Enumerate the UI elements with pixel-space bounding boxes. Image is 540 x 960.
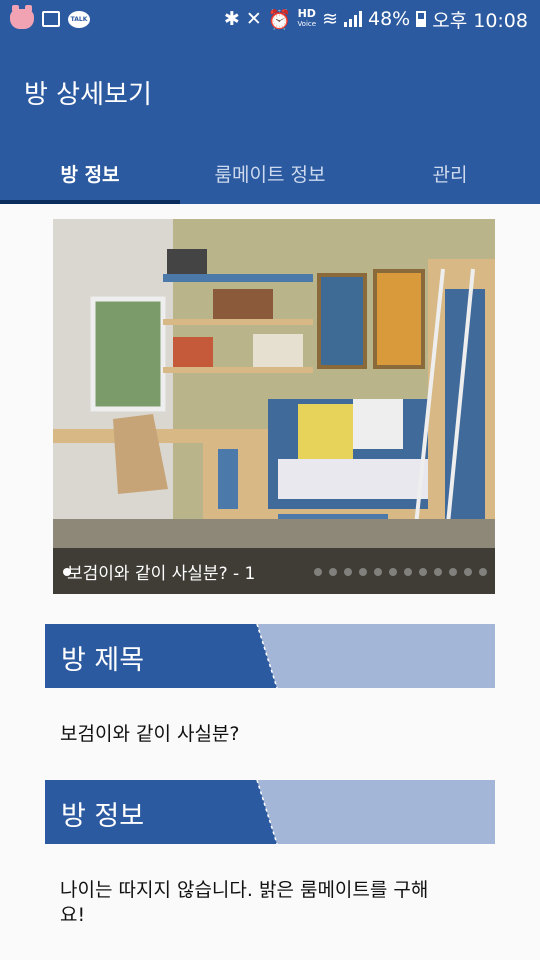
- carousel-dot[interactable]: [359, 568, 367, 576]
- carousel-dot[interactable]: [434, 568, 442, 576]
- notification-icons: TALK: [10, 5, 90, 29]
- section-header-label: 방 정보: [61, 801, 145, 832]
- page-title: 방 상세보기: [24, 80, 152, 110]
- room-info-text: 나이는 따지지 않습니다. 밝은 룸메이트를 구해요!: [60, 879, 429, 926]
- system-icons: ✱ ✕ ⏰ HD Voice ≋ 48% 오후 10:08: [224, 6, 528, 33]
- tab-room-info[interactable]: 방 정보: [0, 142, 180, 204]
- section-header-label: 방 제목: [61, 645, 145, 676]
- photo-caption-bar: 보검이와 같이 사실분? - 1: [53, 548, 495, 594]
- app-bar: 방 상세보기 방 정보 룸메이트 정보 관리: [0, 38, 540, 204]
- carousel-dot[interactable]: [389, 568, 397, 576]
- status-bar: TALK ✱ ✕ ⏰ HD Voice ≋ 48% 오후 10:08: [0, 0, 540, 38]
- carousel-dot[interactable]: [314, 568, 322, 576]
- clock: 오후 10:08: [432, 9, 528, 32]
- signal-icon: [344, 11, 362, 27]
- carousel-dot[interactable]: [404, 568, 412, 576]
- carousel-dot[interactable]: [374, 568, 382, 576]
- photo-caption: 보검이와 같이 사실분? - 1: [67, 563, 256, 584]
- hd-voice-icon: HD Voice: [297, 7, 317, 28]
- kakaotalk-icon: TALK: [68, 10, 90, 28]
- carousel-dot[interactable]: [329, 568, 337, 576]
- carousel-dot[interactable]: [344, 568, 352, 576]
- section-header-divider: [256, 624, 278, 688]
- room-photo: [53, 219, 495, 594]
- battery-percent: 48%: [368, 8, 411, 30]
- carousel-dot[interactable]: [479, 568, 487, 576]
- section-header-room-info: 방 정보: [45, 780, 495, 844]
- gallery-icon: [42, 11, 60, 27]
- section-header-divider: [256, 780, 278, 844]
- bluetooth-icon: ✱: [223, 8, 240, 30]
- alarm-icon: ⏰: [267, 8, 292, 31]
- carousel-dot[interactable]: [419, 568, 427, 576]
- carousel-dot[interactable]: [464, 568, 472, 576]
- carousel-indicators[interactable]: [314, 568, 487, 576]
- tab-roommate-info[interactable]: 룸메이트 정보: [180, 142, 360, 204]
- battery-icon: [416, 11, 427, 27]
- carousel-indicator-active: [63, 568, 71, 576]
- section-header-room-title: 방 제목: [45, 624, 495, 688]
- mute-icon: ✕: [245, 8, 262, 30]
- room-title-text: 보검이와 같이 사실분?: [60, 723, 240, 745]
- pig-app-icon: [10, 5, 34, 29]
- wifi-icon: ≋: [322, 8, 338, 30]
- carousel-dot[interactable]: [449, 568, 457, 576]
- tab-manage[interactable]: 관리: [360, 142, 540, 204]
- room-photo-carousel[interactable]: 보검이와 같이 사실분? - 1: [53, 219, 495, 594]
- tab-bar: 방 정보 룸메이트 정보 관리: [0, 142, 540, 204]
